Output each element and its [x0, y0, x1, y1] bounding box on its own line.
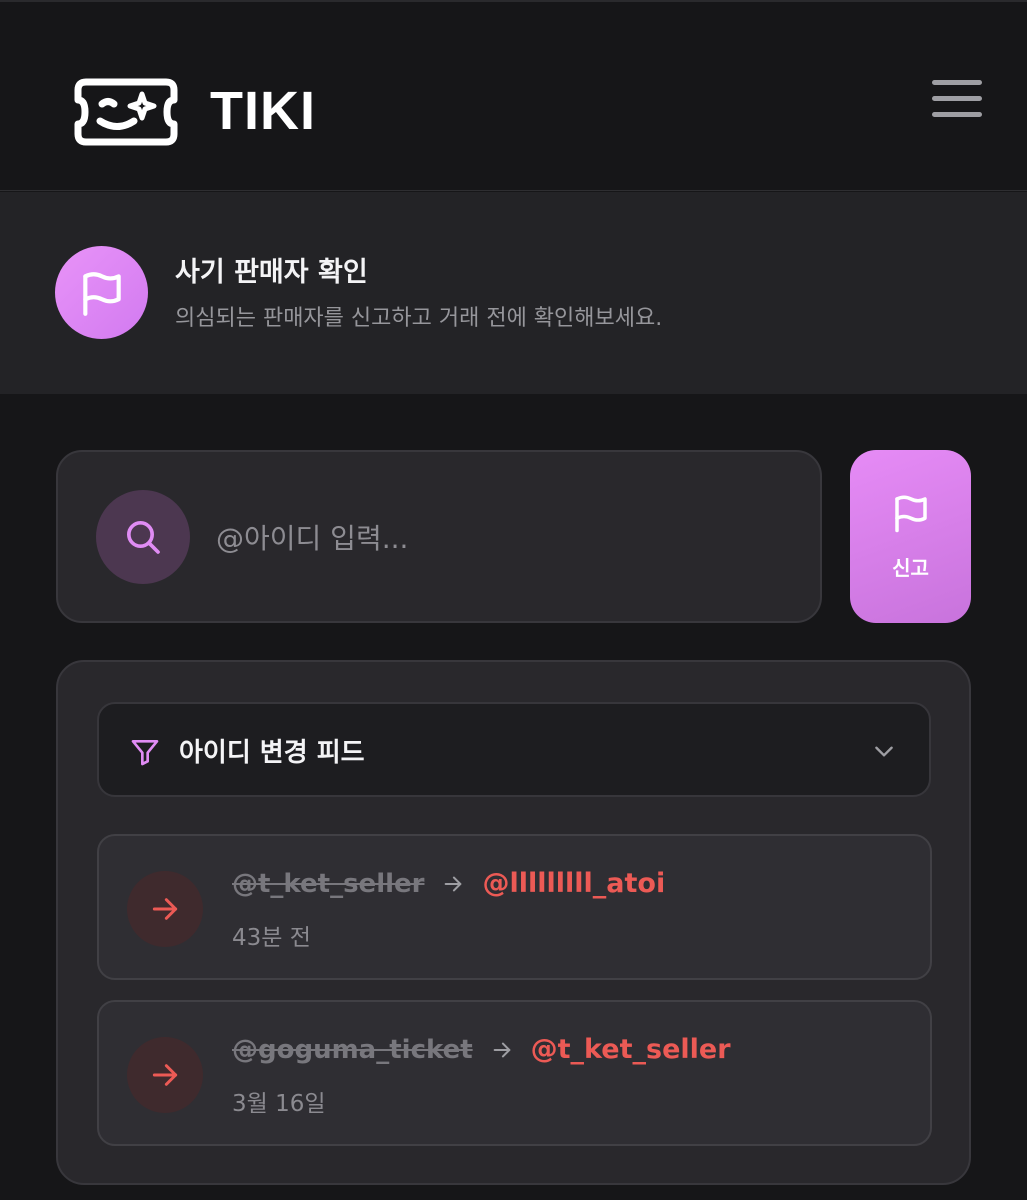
arrow-right-icon	[442, 873, 464, 895]
feed-filter-dropdown[interactable]: 아이디 변경 피드	[97, 702, 931, 797]
filter-icon	[129, 736, 161, 772]
brand-title[interactable]: TIKI	[210, 80, 316, 142]
flag-icon	[55, 246, 148, 339]
feed-item-time: 3월 16일	[232, 1091, 326, 1117]
search-input[interactable]	[216, 508, 776, 568]
banner-title: 사기 판매자 확인	[175, 257, 368, 288]
id-change-feed-card: 아이디 변경 피드 @t_ket_seller @lllllllll_atoi …	[56, 660, 971, 1185]
banner-subtitle: 의심되는 판매자를 신고하고 거래 전에 확인해보세요.	[175, 306, 663, 331]
hamburger-menu-icon[interactable]	[928, 76, 986, 122]
ticket-smile-icon[interactable]	[72, 76, 180, 148]
new-id: @t_ket_seller	[530, 1034, 731, 1065]
arrow-right-icon	[491, 1039, 513, 1061]
new-id: @lllllllll_atoi	[482, 868, 666, 899]
arrow-right-icon	[127, 871, 203, 947]
top-header: TIKI	[0, 0, 1027, 191]
feed-item-time: 43분 전	[232, 925, 311, 951]
search-bar	[56, 450, 822, 623]
flag-icon	[890, 492, 932, 538]
feed-filter-label: 아이디 변경 피드	[179, 738, 365, 768]
scam-seller-banner: 사기 판매자 확인 의심되는 판매자를 신고하고 거래 전에 확인해보세요.	[0, 192, 1027, 394]
old-id: @t_ket_seller	[232, 868, 425, 899]
chevron-down-icon	[871, 738, 897, 768]
arrow-right-icon	[127, 1037, 203, 1113]
feed-item[interactable]: @t_ket_seller @lllllllll_atoi 43분 전	[97, 834, 932, 980]
app-page: TIKI 사기 판매자 확인 의심되는 판매자를 신고하고 거래 전에 확인해보…	[0, 0, 1027, 1200]
feed-item[interactable]: @goguma_ticket @t_ket_seller 3월 16일	[97, 1000, 932, 1146]
report-button[interactable]: 신고	[850, 450, 971, 623]
old-id: @goguma_ticket	[232, 1034, 473, 1065]
search-icon[interactable]	[96, 490, 190, 584]
report-button-label: 신고	[892, 556, 929, 580]
